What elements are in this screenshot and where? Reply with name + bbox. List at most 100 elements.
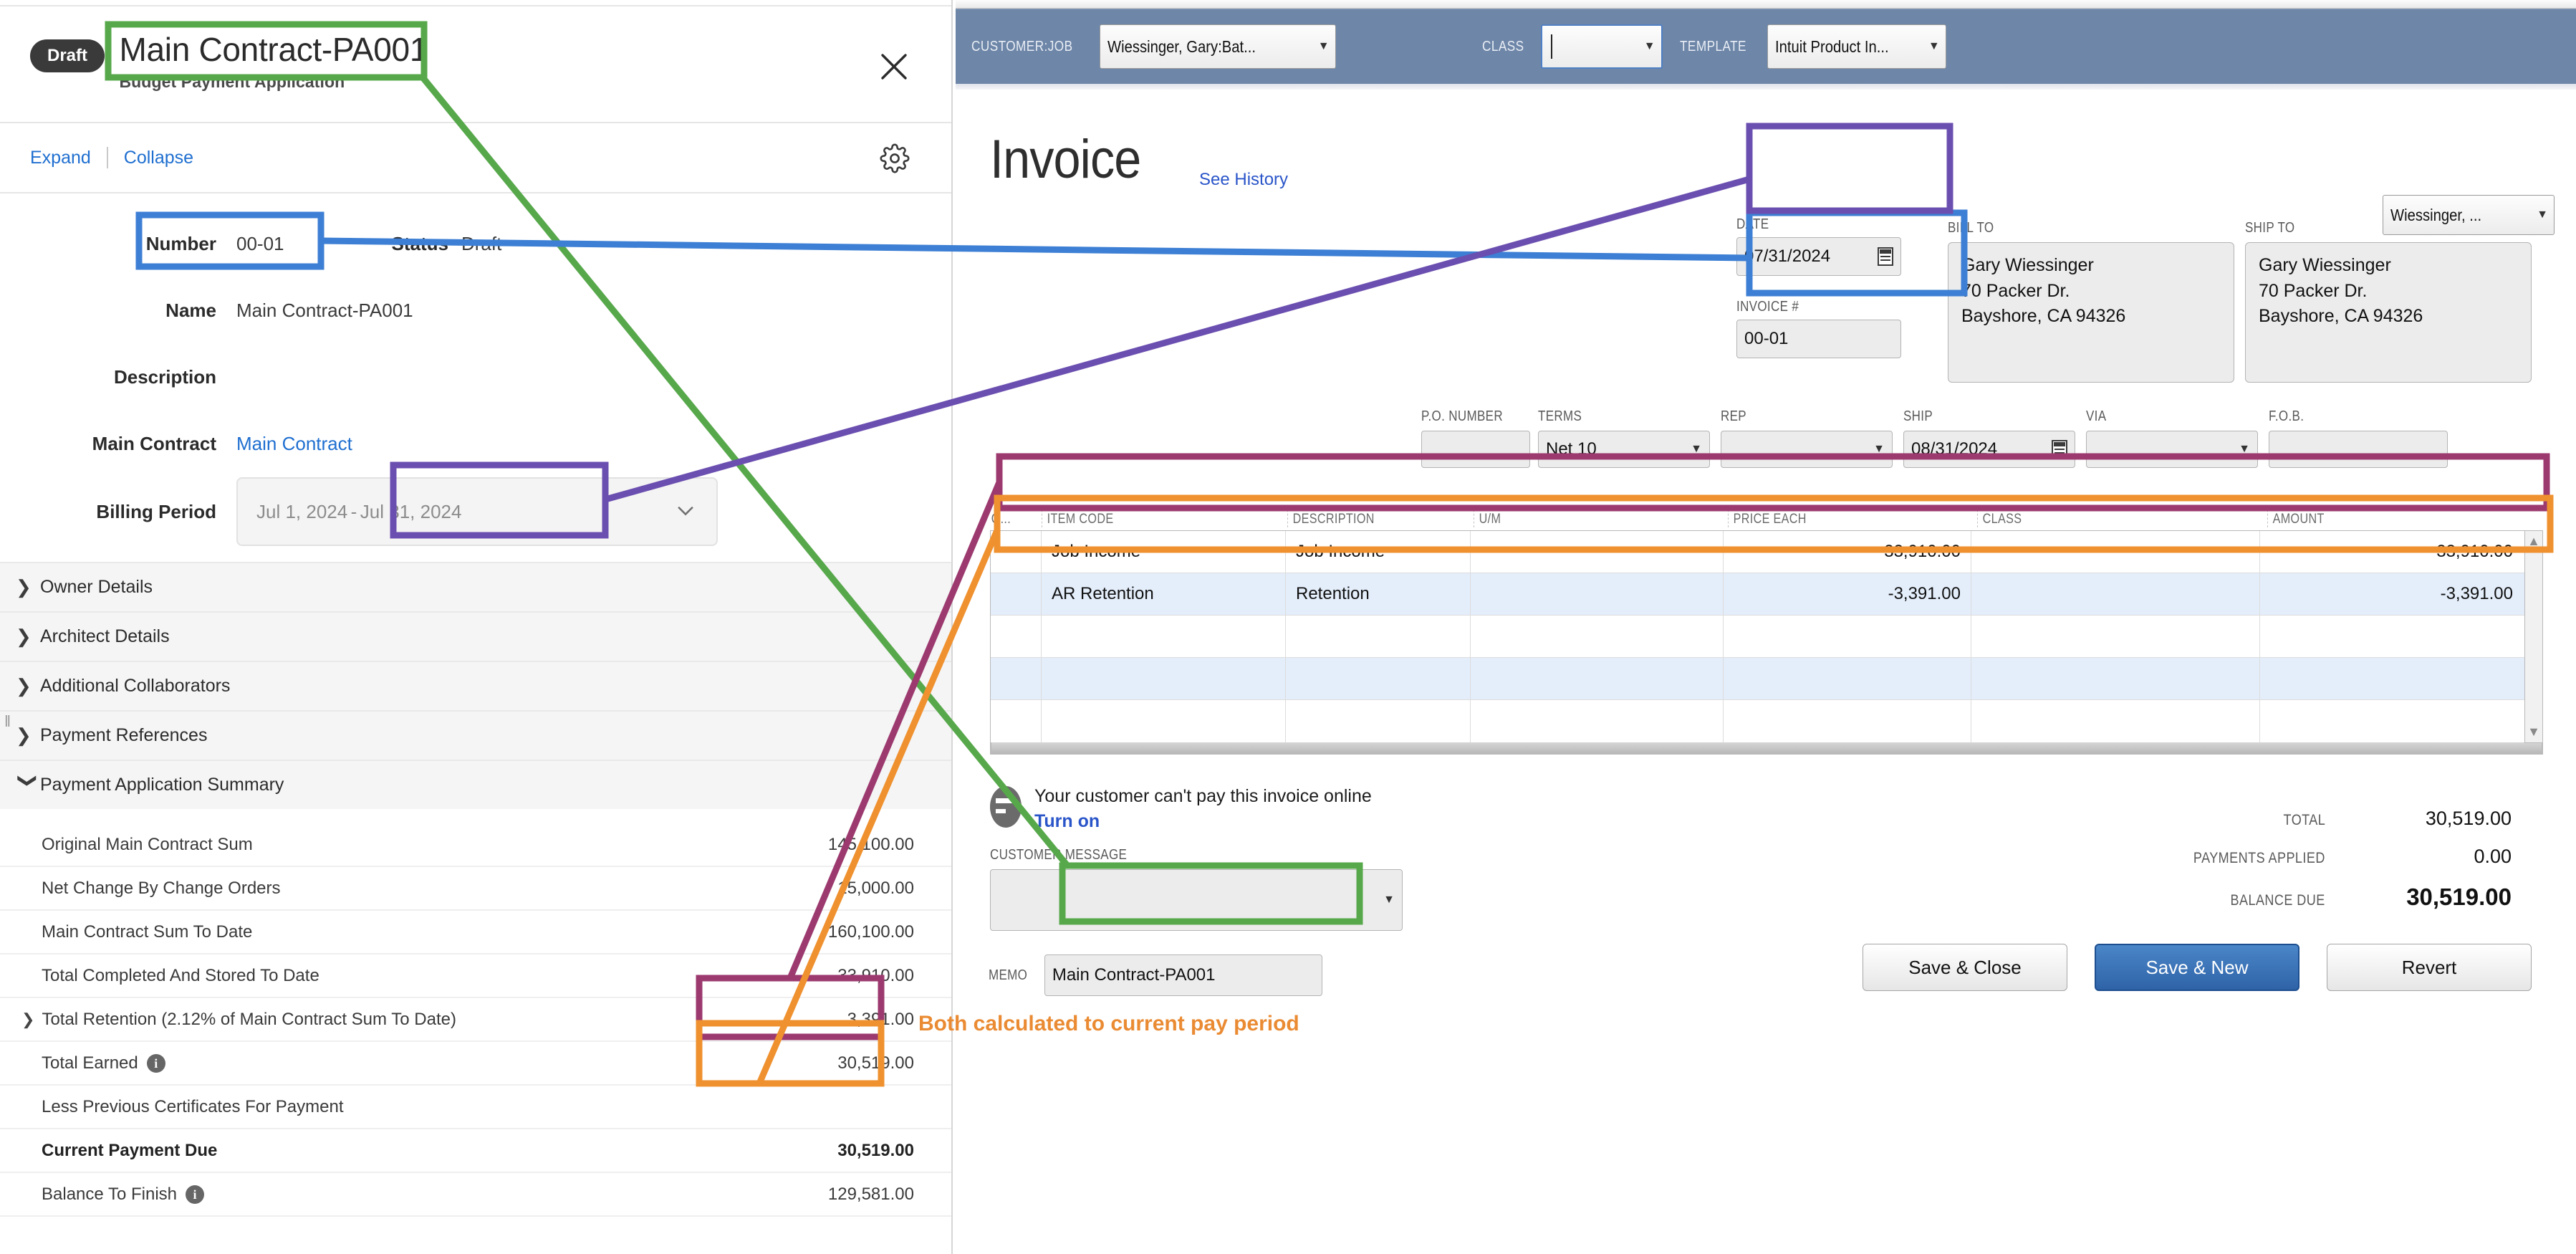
panel-header: Draft Main Contract-PA001 Budget Payment… [0, 6, 951, 123]
table-row-total-retention[interactable]: ❯ Total Retention (2.12% of Main Contrac… [0, 998, 951, 1042]
turn-on-link[interactable]: Turn on [1034, 811, 1372, 832]
template-label: TEMPLATE [1679, 38, 1746, 54]
template-select[interactable]: Intuit Product In... ▼ [1767, 24, 1946, 69]
main-contract-link[interactable]: Main Contract [236, 433, 352, 455]
via-select[interactable]: ▼ [2086, 431, 2258, 468]
info-icon[interactable]: i [186, 1184, 204, 1204]
date-value: 07/31/2024 [1744, 247, 1831, 266]
revert-button[interactable]: Revert [2327, 944, 2532, 991]
info-icon[interactable]: i [146, 1053, 165, 1073]
see-history-link[interactable]: See History [1199, 170, 1288, 190]
payments-applied-value: 0.00 [2474, 846, 2512, 867]
row-label-text: Total Retention (2.12% of Main Contract … [42, 1009, 456, 1029]
chevron-down-icon: ▼ [1317, 40, 1330, 52]
table-row[interactable] [991, 658, 2542, 700]
expand-link[interactable]: Expand [30, 148, 91, 168]
cell-item-code [1041, 700, 1285, 742]
cell-description [1285, 700, 1470, 742]
invoice-number-value: 00-01 [1744, 329, 1789, 348]
po-number-input[interactable] [1421, 431, 1530, 468]
row-label: Net Change By Change Orders [42, 878, 281, 898]
line-items-table: Q... ITEM CODE DESCRIPTION U/M PRICE EAC… [990, 503, 2543, 755]
line-items-body: Job Income Job Income 33,910.00 33,910.0… [990, 530, 2543, 755]
customer-job-select[interactable]: Wiessinger, Gary:Bat... ▼ [1099, 24, 1336, 69]
fob-input[interactable] [2269, 431, 2448, 468]
row-value: 129,581.00 [827, 1184, 914, 1204]
cell-class [1971, 616, 2259, 657]
chevron-down-icon: ❯ [17, 772, 39, 789]
rep-select[interactable]: ▼ [1721, 431, 1893, 468]
invoice-meta-row: P.O. NUMBER TERMS Net 10 ▼ REP ▼ SHIP 08… [1421, 408, 2455, 468]
cell-qty [991, 573, 1041, 615]
table-row[interactable] [991, 616, 2542, 658]
table-row-total-completed: Total Completed And Stored To Date 33,91… [0, 954, 951, 998]
scroll-up-arrow[interactable]: ▲ [2525, 534, 2542, 549]
chevron-down-icon: ▼ [1383, 894, 1395, 906]
terms-select[interactable]: Net 10 ▼ [1538, 431, 1710, 468]
customer-message-select[interactable]: ▼ [990, 869, 1403, 931]
memo-value: Main Contract-PA001 [1052, 965, 1216, 985]
sidebar-item-additional-collaborators[interactable]: ❯ Additional Collaborators [0, 661, 951, 710]
bill-to-address[interactable]: Gary Wiessinger 70 Packer Dr. Bayshore, … [1948, 242, 2234, 383]
date-label: DATE [1736, 216, 1769, 232]
line-items-header: Q... ITEM CODE DESCRIPTION U/M PRICE EAC… [990, 503, 2543, 530]
sidebar-item-payment-application-summary[interactable]: ❯ Payment Application Summary [0, 760, 951, 809]
class-select[interactable]: ▼ [1540, 24, 1663, 69]
table-row[interactable] [991, 700, 2542, 742]
scroll-down-arrow[interactable]: ▼ [2525, 724, 2542, 740]
cell-qty [991, 616, 1041, 657]
table-row-balance-to-finish: Balance To Finish i 129,581.00 [0, 1173, 951, 1217]
ship-to-select[interactable]: Wiessinger, ... ▼ [2383, 195, 2555, 235]
column-header-item-code: ITEM CODE [1042, 506, 1251, 527]
collapse-link[interactable]: Collapse [124, 148, 193, 168]
date-input[interactable]: 07/31/2024 [1736, 237, 1901, 276]
cell-amount: 33,910.00 [2259, 531, 2523, 573]
row-label: Less Previous Certificates For Payment [42, 1096, 344, 1116]
column-header-amount: AMOUNT [2267, 506, 2486, 527]
row-label: ❯ Total Retention (2.12% of Main Contrac… [21, 1009, 847, 1030]
table-row-total-earned: Total Earned i 30,519.00 [0, 1042, 951, 1086]
table-row[interactable]: AR Retention Retention -3,391.00 -3,391.… [991, 573, 2542, 616]
chevron-right-icon[interactable]: ❯ [21, 1010, 34, 1029]
vertical-scrollbar[interactable]: ▲ ▼ [2524, 530, 2543, 743]
cell-price-each [1723, 616, 1971, 657]
column-header-class: CLASS [1977, 506, 2224, 527]
table-row-current-payment-due: Current Payment Due 30,519.00 [0, 1129, 951, 1173]
ship-to-address[interactable]: Gary Wiessinger 70 Packer Dr. Bayshore, … [2245, 242, 2532, 383]
po-number-label: P.O. NUMBER [1421, 408, 1503, 424]
billing-period-select[interactable]: Jul 1, 2024 - Jul 31, 2024 [236, 477, 718, 546]
cell-qty [991, 531, 1041, 573]
rep-group: REP ▼ [1721, 408, 1903, 468]
number-value[interactable]: 00-01 [236, 233, 284, 255]
drag-handle-icon[interactable]: ‖ [4, 714, 11, 729]
chevron-right-icon: ❯ [16, 626, 32, 647]
fob-label: F.O.B. [2269, 408, 2305, 424]
cell-amount [2259, 700, 2523, 742]
ship-to-line-3: Bayshore, CA 94326 [2259, 306, 2423, 326]
name-value[interactable]: Main Contract-PA001 [236, 300, 413, 322]
customer-job-label: CUSTOMER:JOB [971, 38, 1073, 54]
invoice-number-input[interactable]: 00-01 [1736, 320, 1901, 358]
billing-period-end: Jul 31, 2024 [360, 500, 462, 522]
ship-date-input[interactable]: 08/31/2024 [1903, 431, 2075, 468]
sidebar-item-owner-details[interactable]: ❯ Owner Details [0, 562, 951, 611]
sidebar-item-architect-details[interactable]: ❯ Architect Details [0, 611, 951, 661]
table-row[interactable]: Job Income Job Income 33,910.00 33,910.0… [991, 531, 2542, 573]
close-icon[interactable] [878, 51, 910, 82]
ship-date-value: 08/31/2024 [1911, 439, 1998, 459]
save-and-new-button[interactable]: Save & New [2095, 944, 2299, 991]
cell-um [1470, 531, 1723, 573]
save-and-close-button[interactable]: Save & Close [1863, 944, 2067, 991]
memo-input[interactable]: Main Contract-PA001 [1044, 954, 1322, 996]
gear-icon[interactable] [880, 143, 910, 177]
calendar-icon[interactable] [1878, 247, 1893, 266]
sidebar-item-payment-references[interactable]: ❯ Payment References [0, 710, 951, 760]
bill-to-line-3: Bayshore, CA 94326 [1961, 306, 2126, 326]
row-value: 3,391.00 [847, 1009, 914, 1029]
section-label: Payment References [40, 725, 208, 745]
annotation-callout-text: Both calculated to current pay period [918, 1012, 1299, 1035]
calendar-icon[interactable] [2052, 440, 2067, 459]
via-label: VIA [2086, 408, 2107, 424]
cell-item-code [1041, 658, 1285, 699]
horizontal-scrollbar[interactable] [991, 742, 2542, 754]
